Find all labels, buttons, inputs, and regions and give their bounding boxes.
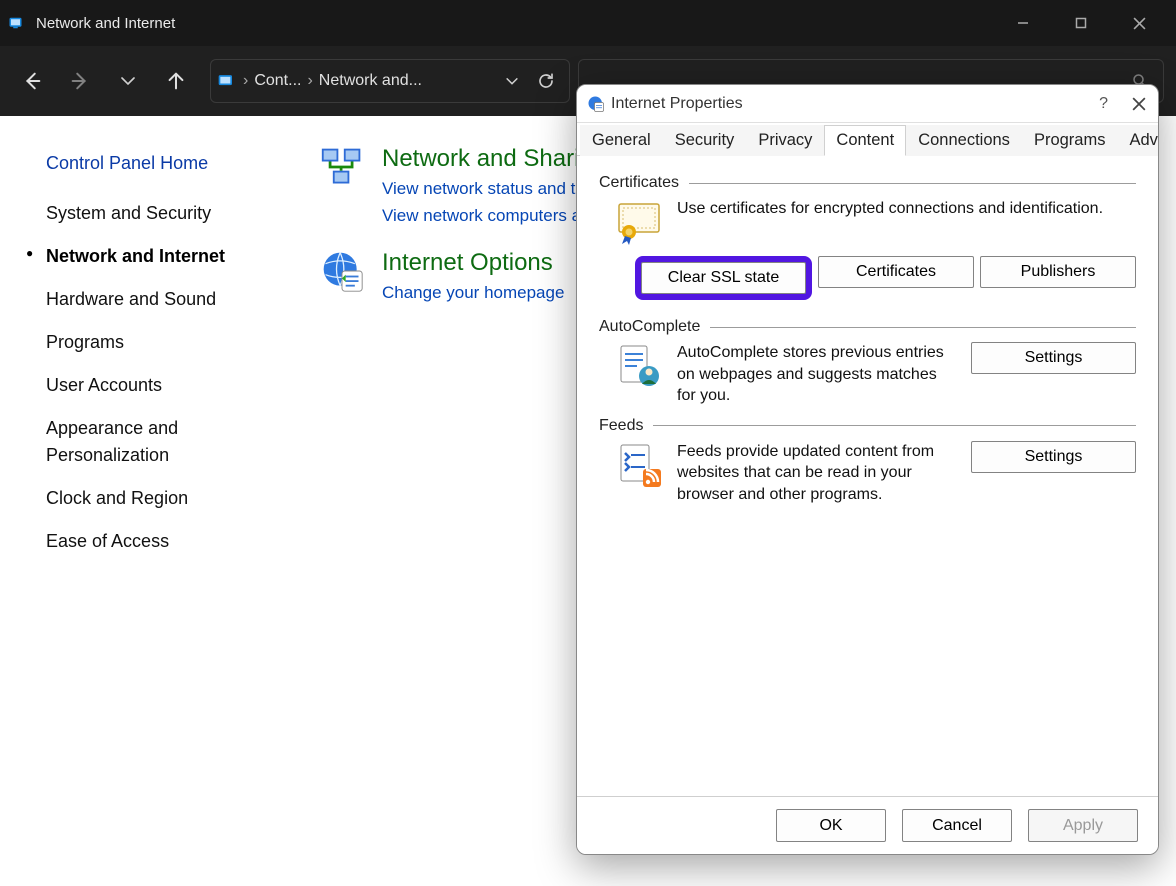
refresh-button[interactable]: [529, 61, 563, 101]
breadcrumb-segment[interactable]: Cont...: [254, 72, 301, 90]
dialog-body: Certificates Use certificates for encryp…: [577, 156, 1158, 796]
feeds-icon: [615, 441, 663, 489]
sidebar-item-network-internet[interactable]: Network and Internet: [20, 235, 290, 278]
ok-button[interactable]: OK: [776, 809, 886, 842]
window-titlebar[interactable]: Network and Internet: [0, 0, 1176, 46]
tab-privacy[interactable]: Privacy: [746, 125, 824, 156]
sidebar-item-hardware-sound[interactable]: Hardware and Sound: [20, 278, 290, 321]
control-panel-home-link[interactable]: Control Panel Home: [20, 145, 290, 182]
tabstrip: General Security Privacy Content Connect…: [577, 125, 1158, 156]
sidebar-item-system-security[interactable]: System and Security: [20, 192, 290, 235]
minimize-button[interactable]: [994, 0, 1052, 46]
group-feeds: Feeds: [599, 417, 1136, 435]
certificates-description: Use certificates for encrypted connectio…: [677, 198, 1103, 220]
tab-programs[interactable]: Programs: [1022, 125, 1118, 156]
autocomplete-settings-button[interactable]: Settings: [971, 342, 1136, 374]
clear-ssl-button[interactable]: Clear SSL state: [641, 262, 806, 294]
internet-options-icon: [587, 95, 605, 113]
certificates-button[interactable]: Certificates: [818, 256, 974, 288]
group-certificates: Certificates: [599, 174, 1136, 192]
category-heading[interactable]: Internet Options: [382, 249, 564, 277]
certificates-buttons: Clear SSL state Certificates Publishers: [635, 256, 1136, 300]
autocomplete-icon: [615, 342, 663, 390]
breadcrumb-segment[interactable]: Network and...: [319, 72, 422, 90]
chevron-right-icon: ›: [243, 72, 248, 90]
network-sharing-icon: [320, 145, 364, 189]
help-button[interactable]: ?: [1099, 95, 1108, 113]
sidebar-item-clock-region[interactable]: Clock and Region: [20, 477, 290, 520]
group-label-text: Feeds: [599, 417, 643, 435]
window-controls: [994, 0, 1168, 46]
tab-advanced[interactable]: Advanced: [1117, 125, 1159, 156]
link-change-homepage[interactable]: Change your homepage: [382, 279, 564, 306]
recent-button[interactable]: [108, 61, 148, 101]
window-title: Network and Internet: [36, 15, 175, 32]
breadcrumb-dropdown[interactable]: [495, 61, 529, 101]
feeds-settings-button[interactable]: Settings: [971, 441, 1136, 473]
sidebar: Control Panel Home System and Security N…: [20, 145, 290, 563]
control-panel-icon: [217, 71, 237, 91]
group-label-text: Certificates: [599, 174, 679, 192]
breadcrumb[interactable]: › Cont... › Network and...: [210, 59, 570, 103]
sidebar-item-programs[interactable]: Programs: [20, 321, 290, 364]
dialog-close-button[interactable]: [1132, 97, 1146, 111]
close-button[interactable]: [1110, 0, 1168, 46]
group-autocomplete: AutoComplete: [599, 318, 1136, 336]
tab-security[interactable]: Security: [663, 125, 747, 156]
internet-properties-dialog: Internet Properties ? General Security P…: [576, 84, 1159, 855]
internet-options-icon: [320, 249, 364, 293]
certificate-icon: [615, 198, 663, 246]
dialog-title: Internet Properties: [611, 95, 743, 113]
dialog-titlebar[interactable]: Internet Properties ?: [577, 85, 1158, 123]
maximize-button[interactable]: [1052, 0, 1110, 46]
autocomplete-description: AutoComplete stores previous entries on …: [677, 342, 957, 407]
forward-button[interactable]: [60, 61, 100, 101]
sidebar-item-user-accounts[interactable]: User Accounts: [20, 364, 290, 407]
apply-button[interactable]: Apply: [1028, 809, 1138, 842]
cancel-button[interactable]: Cancel: [902, 809, 1012, 842]
sidebar-item-ease-of-access[interactable]: Ease of Access: [20, 520, 290, 563]
publishers-button[interactable]: Publishers: [980, 256, 1136, 288]
group-label-text: AutoComplete: [599, 318, 700, 336]
sidebar-item-appearance[interactable]: Appearance and Personalization: [20, 407, 290, 477]
chevron-right-icon: ›: [307, 72, 312, 90]
control-panel-icon: [8, 14, 26, 32]
tab-general[interactable]: General: [580, 125, 663, 156]
tab-content[interactable]: Content: [824, 125, 906, 156]
feeds-description: Feeds provide updated content from websi…: [677, 441, 957, 506]
dialog-footer: OK Cancel Apply: [577, 796, 1158, 854]
back-button[interactable]: [12, 61, 52, 101]
up-button[interactable]: [156, 61, 196, 101]
tab-connections[interactable]: Connections: [906, 125, 1022, 156]
clear-ssl-highlight: Clear SSL state: [635, 256, 812, 300]
